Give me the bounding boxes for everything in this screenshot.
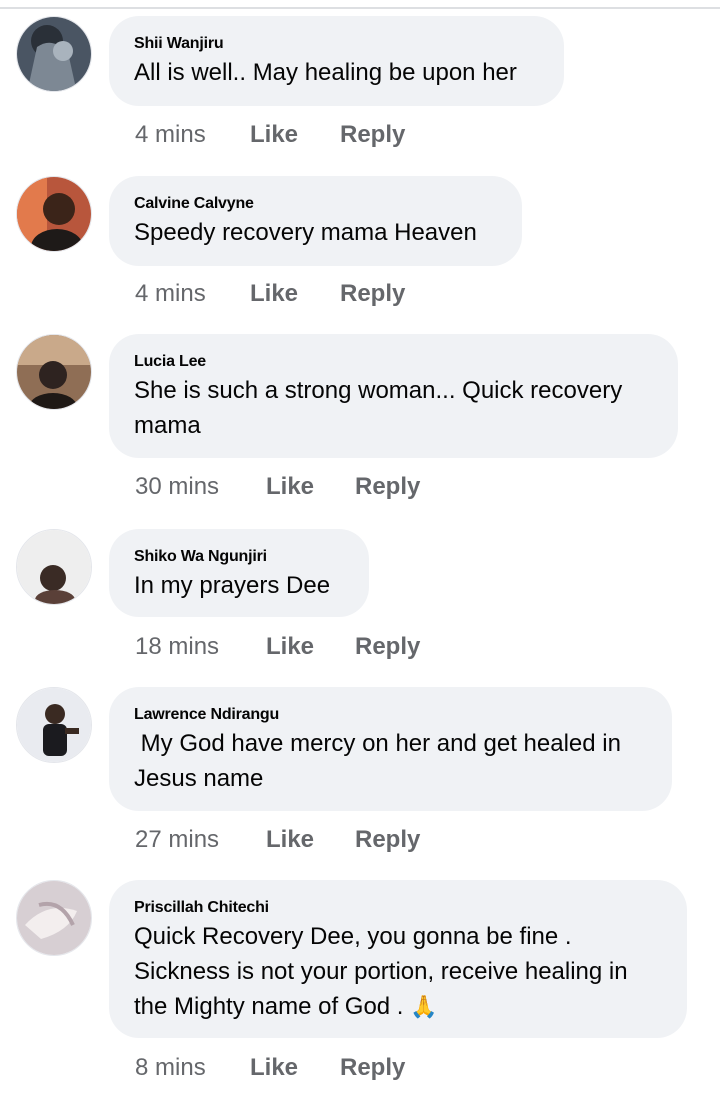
comment-actions: 8 mins Like Reply xyxy=(135,1053,405,1083)
avatar[interactable] xyxy=(16,687,92,763)
comment-timestamp[interactable]: 8 mins xyxy=(135,1053,250,1083)
comment-timestamp[interactable]: 30 mins xyxy=(135,472,266,502)
comment-timestamp[interactable]: 4 mins xyxy=(135,279,250,309)
like-button[interactable]: Like xyxy=(250,120,340,150)
folded-hands-emoji-icon: 🙏 xyxy=(410,994,438,1019)
comment-bubble: Shii Wanjiru All is well.. May healing b… xyxy=(109,16,564,106)
comment-text-body: Quick Recovery Dee, you gonna be fine . … xyxy=(134,923,635,1020)
comment-bubble: Lucia Lee She is such a strong woman... … xyxy=(109,334,678,458)
avatar[interactable] xyxy=(16,16,92,92)
profile-photo-icon xyxy=(17,335,91,409)
comment-author[interactable]: Lawrence Ndirangu xyxy=(134,705,646,725)
profile-photo-icon xyxy=(17,688,91,762)
comment-text: Quick Recovery Dee, you gonna be fine . … xyxy=(134,919,661,1024)
comment-actions: 4 mins Like Reply xyxy=(135,279,405,309)
reply-button[interactable]: Reply xyxy=(355,825,420,855)
comment-timestamp[interactable]: 27 mins xyxy=(135,825,266,855)
profile-photo-icon xyxy=(17,530,91,604)
comment-author[interactable]: Lucia Lee xyxy=(134,352,652,372)
reply-button[interactable]: Reply xyxy=(340,120,405,150)
like-button[interactable]: Like xyxy=(250,1053,340,1083)
comment-actions: 30 mins Like Reply xyxy=(135,472,420,502)
reply-button[interactable]: Reply xyxy=(340,1053,405,1083)
reply-button[interactable]: Reply xyxy=(340,279,405,309)
comment-text: She is such a strong woman... Quick reco… xyxy=(134,377,629,439)
comment-text: My God have mercy on her and get healed … xyxy=(134,730,628,792)
profile-photo-icon xyxy=(17,177,91,251)
comment-text: In my prayers Dee xyxy=(134,572,331,599)
comment-actions: 18 mins Like Reply xyxy=(135,632,420,662)
avatar[interactable] xyxy=(16,880,92,956)
like-button[interactable]: Like xyxy=(250,279,340,309)
comment-text: All is well.. May healing be upon her xyxy=(134,59,517,86)
avatar[interactable] xyxy=(16,334,92,410)
comment-author[interactable]: Priscillah Chitechi xyxy=(134,898,661,918)
like-button[interactable]: Like xyxy=(266,825,355,855)
comment-author[interactable]: Calvine Calvyne xyxy=(134,194,496,214)
avatar[interactable] xyxy=(16,176,92,252)
comment-timestamp[interactable]: 4 mins xyxy=(135,120,250,150)
top-divider xyxy=(0,7,720,9)
comment-bubble: Calvine Calvyne Speedy recovery mama Hea… xyxy=(109,176,522,266)
profile-photo-icon xyxy=(17,17,91,91)
like-button[interactable]: Like xyxy=(266,472,355,502)
comment-bubble: Lawrence Ndirangu My God have mercy on h… xyxy=(109,687,672,811)
reply-button[interactable]: Reply xyxy=(355,632,420,662)
avatar[interactable] xyxy=(16,529,92,605)
comment-text: Speedy recovery mama Heaven xyxy=(134,219,477,246)
comment-actions: 4 mins Like Reply xyxy=(135,120,405,150)
comment-author[interactable]: Shii Wanjiru xyxy=(134,34,538,54)
like-button[interactable]: Like xyxy=(266,632,355,662)
comment-actions: 27 mins Like Reply xyxy=(135,825,420,855)
comment-bubble: Priscillah Chitechi Quick Recovery Dee, … xyxy=(109,880,687,1038)
comment-author[interactable]: Shiko Wa Ngunjiri xyxy=(134,547,343,567)
reply-button[interactable]: Reply xyxy=(355,472,420,502)
profile-photo-icon xyxy=(17,881,91,955)
comment-timestamp[interactable]: 18 mins xyxy=(135,632,266,662)
comment-bubble: Shiko Wa Ngunjiri In my prayers Dee xyxy=(109,529,369,617)
